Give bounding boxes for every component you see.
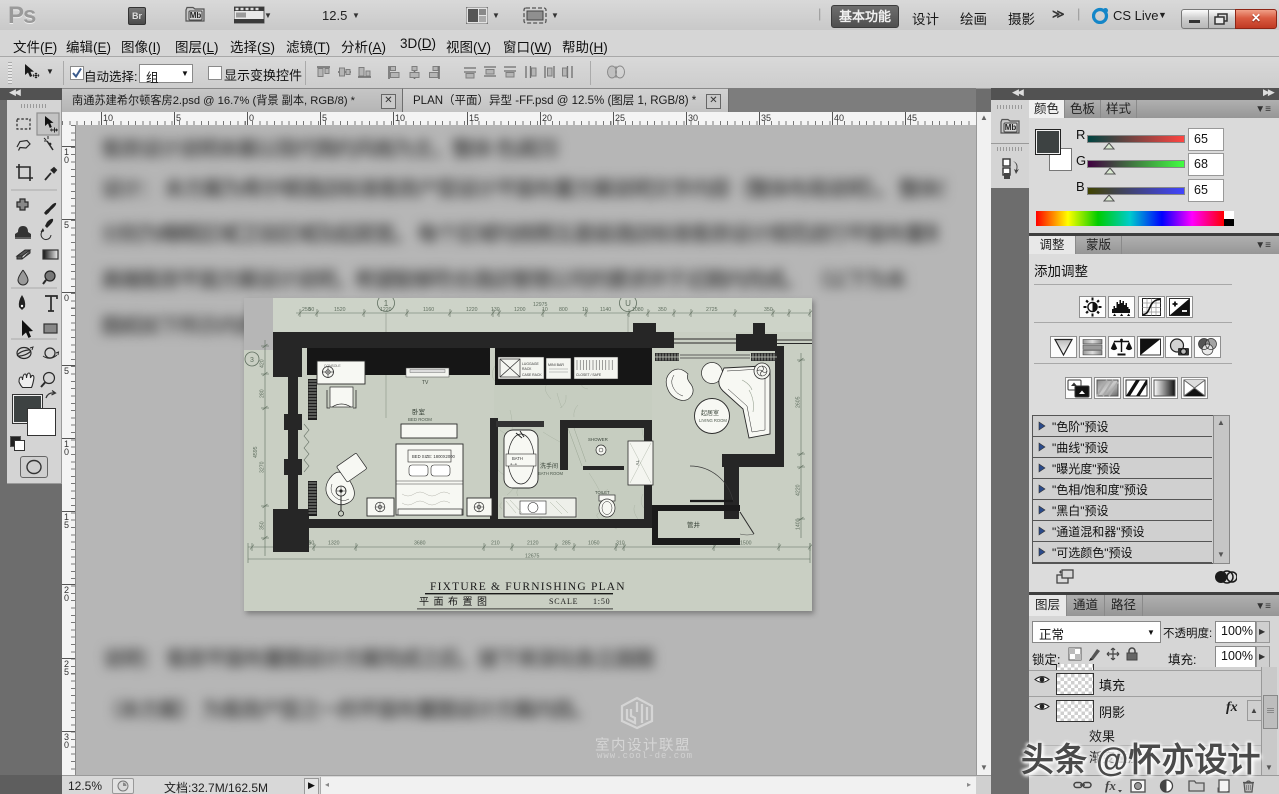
svg-text:BED ROOM: BED ROOM — [408, 417, 432, 422]
svg-text:1500: 1500 — [740, 541, 752, 547]
svg-text:1140: 1140 — [600, 307, 611, 313]
svg-text:管井: 管井 — [687, 520, 701, 529]
svg-text:3680: 3680 — [414, 541, 426, 547]
svg-text:285: 285 — [562, 541, 571, 547]
svg-text:12675: 12675 — [525, 554, 540, 560]
svg-text:1160: 1160 — [423, 307, 434, 313]
svg-text:1050: 1050 — [588, 541, 600, 547]
svg-text:1220: 1220 — [466, 307, 478, 313]
svg-text:卧室: 卧室 — [412, 407, 426, 416]
svg-text:2605: 2605 — [796, 396, 802, 408]
svg-text:1:50: 1:50 — [593, 597, 610, 606]
svg-text:4220: 4220 — [796, 484, 802, 496]
svg-text:BATH: BATH — [512, 456, 523, 461]
svg-text:起居室: 起居室 — [701, 409, 719, 417]
svg-text:Mb: Mb — [1005, 123, 1017, 132]
svg-text:310: 310 — [616, 541, 625, 547]
svg-text:◂—▸: ◂—▸ — [510, 462, 517, 466]
svg-text:130: 130 — [491, 307, 500, 313]
svg-text:LIVING ROOM: LIVING ROOM — [699, 418, 727, 423]
svg-text:10: 10 — [582, 307, 588, 313]
svg-text:2120: 2120 — [527, 541, 539, 547]
svg-text:1080: 1080 — [632, 307, 644, 313]
svg-text:BED SIZE: 1800X2000: BED SIZE: 1800X2000 — [412, 454, 456, 459]
svg-text:U: U — [625, 299, 631, 308]
svg-text:3: 3 — [250, 357, 254, 364]
svg-text:50: 50 — [309, 307, 315, 313]
svg-text:1400: 1400 — [796, 518, 802, 530]
svg-text:350: 350 — [260, 521, 266, 530]
svg-text:350: 350 — [764, 307, 773, 313]
svg-text:800: 800 — [559, 307, 568, 313]
svg-text:3270: 3270 — [260, 461, 266, 473]
svg-text:TOILET: TOILET — [595, 490, 610, 495]
svg-text:TV: TV — [635, 460, 640, 466]
svg-text:420: 420 — [260, 359, 266, 368]
svg-text:MINI BAR: MINI BAR — [548, 363, 564, 367]
svg-text:FIXTURE & FURNISHING PLA: FIXTURE & FURNISHING PLAN — [430, 581, 626, 593]
svg-text:Mb: Mb — [190, 11, 202, 20]
svg-text:280: 280 — [260, 389, 266, 398]
svg-text:fx: fx — [1105, 779, 1116, 793]
svg-text:1520: 1520 — [334, 307, 346, 313]
svg-text:1200: 1200 — [514, 307, 526, 313]
svg-text:BATH ROOM: BATH ROOM — [538, 471, 564, 476]
svg-text:2725: 2725 — [706, 307, 718, 313]
svg-text:CASE RACK: CASE RACK — [522, 373, 542, 377]
svg-text:LUGGAGE: LUGGAGE — [522, 362, 540, 366]
svg-text:洗手间: 洗手间 — [540, 462, 558, 470]
svg-text:RACK: RACK — [522, 367, 532, 371]
svg-text:210: 210 — [491, 541, 500, 547]
svg-text:4595: 4595 — [253, 446, 259, 458]
svg-text:CONSOLE: CONSOLE — [324, 364, 341, 368]
svg-text:50: 50 — [309, 541, 315, 547]
svg-text:350: 350 — [658, 307, 667, 313]
svg-text:TV: TV — [422, 380, 429, 386]
svg-text:12975: 12975 — [533, 302, 548, 308]
svg-text:平面布置图: 平面布置图 — [419, 596, 492, 608]
svg-text:1: 1 — [384, 299, 389, 308]
svg-text:SCALE: SCALE — [549, 597, 578, 606]
svg-text:CLOSET / SAFE: CLOSET / SAFE — [576, 373, 602, 377]
svg-text:1320: 1320 — [328, 541, 340, 547]
svg-text:SHOWER: SHOWER — [588, 437, 608, 442]
